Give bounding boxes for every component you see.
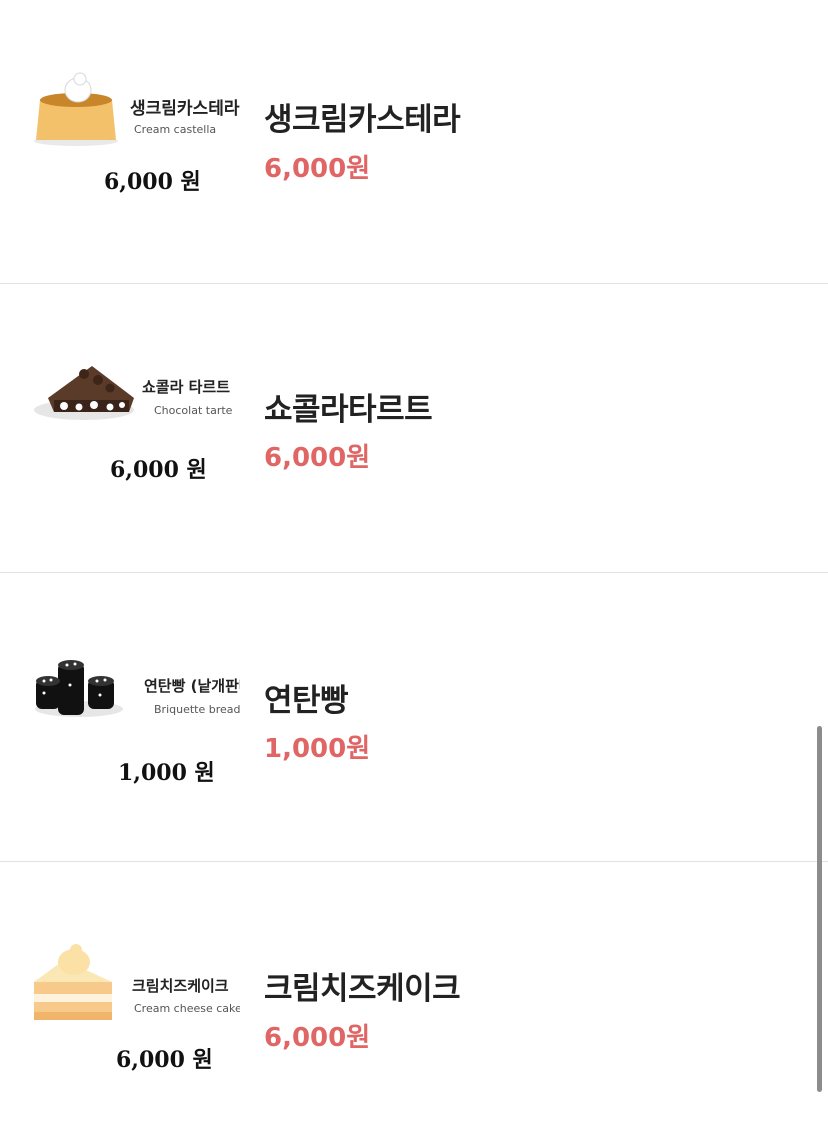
menu-item-chocolat-tarte[interactable]: 쇼콜라 타르트 Chocolat tarte 6,000 원 쇼콜라타르트 6,… xyxy=(0,284,828,572)
menu-item-name: 생크림카스테라 xyxy=(264,102,461,138)
menu-item-price: 1,000원 xyxy=(264,734,371,764)
menu-item-thumbnail: 쇼콜라 타르트 Chocolat tarte 6,000 원 xyxy=(34,352,240,502)
cheesecake-image xyxy=(34,944,112,1020)
menu-list-page: 생크림카스테라 Cream castella 6,000 원 생크림카스테라 6… xyxy=(0,0,828,1129)
castella-image xyxy=(34,72,118,146)
thumbnail-price: 1,000 원 xyxy=(118,760,215,786)
chocolate-tart-image xyxy=(34,366,134,420)
briquette-bread-image xyxy=(35,660,123,717)
menu-item-cream-cheese-cake[interactable]: 크림치즈케이크 Cream cheese cake 6,000 원 크림치즈케이… xyxy=(0,862,828,1129)
thumbnail-english-name: Cream cheese cake xyxy=(134,1002,240,1015)
menu-item-thumbnail: 연탄빵 (낱개판매) Briquette bread 1,000 원 xyxy=(34,655,240,805)
thumbnail-english-name: Cream castella xyxy=(134,123,217,136)
menu-item-price: 6,000원 xyxy=(264,443,371,473)
thumbnail-price: 6,000 원 xyxy=(116,1047,213,1073)
thumbnail-english-name: Chocolat tarte xyxy=(154,404,233,417)
menu-item-name: 연탄빵 xyxy=(264,683,349,719)
menu-item-thumbnail: 생크림카스테라 Cream castella 6,000 원 xyxy=(34,66,240,216)
thumbnail-name: 쇼콜라 타르트 xyxy=(142,378,231,396)
menu-item-price: 6,000원 xyxy=(264,1023,371,1053)
menu-item-thumbnail: 크림치즈케이크 Cream cheese cake 6,000 원 xyxy=(34,942,240,1092)
thumbnail-name: 연탄빵 (낱개판매) xyxy=(144,677,240,695)
menu-item-cream-castella[interactable]: 생크림카스테라 Cream castella 6,000 원 생크림카스테라 6… xyxy=(0,0,828,283)
thumbnail-price: 6,000 원 xyxy=(110,457,207,483)
thumbnail-english-name: Briquette bread xyxy=(154,703,240,716)
menu-item-briquette-bread[interactable]: 연탄빵 (낱개판매) Briquette bread 1,000 원 연탄빵 1… xyxy=(0,573,828,861)
menu-item-price: 6,000원 xyxy=(264,154,371,184)
menu-item-name: 쇼콜라타르트 xyxy=(264,392,433,428)
menu-item-name: 크림치즈케이크 xyxy=(264,971,461,1007)
thumbnail-name: 생크림카스테라 xyxy=(130,99,240,119)
scrollbar[interactable] xyxy=(817,726,822,1092)
thumbnail-price: 6,000 원 xyxy=(104,169,201,195)
thumbnail-name: 크림치즈케이크 xyxy=(132,977,229,995)
